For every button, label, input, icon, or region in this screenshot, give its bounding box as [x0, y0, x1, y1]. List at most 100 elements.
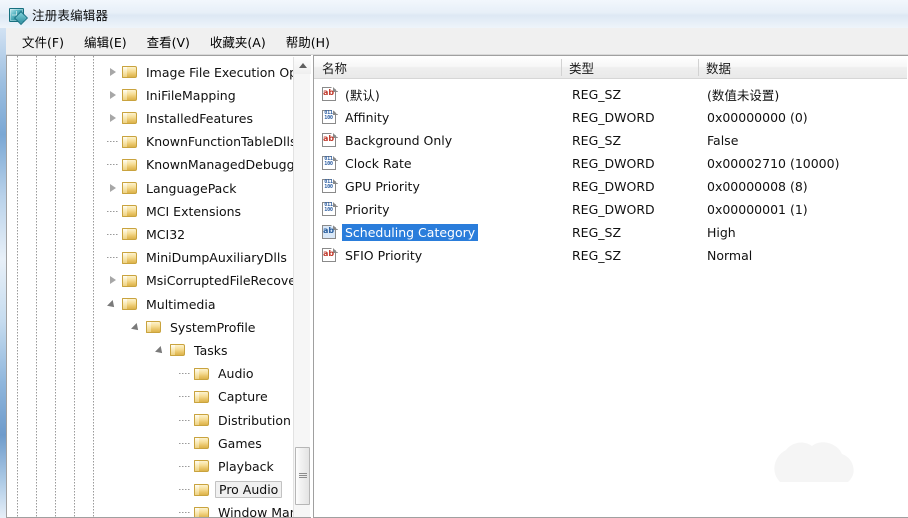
tree-scrollbar-thumb[interactable] [295, 447, 310, 505]
tree-line-stub [179, 483, 192, 496]
tree-indent-guide [55, 56, 56, 517]
tree-node-systemprofile[interactable]: SystemProfile [131, 315, 258, 339]
tree-node-mci-extensions[interactable]: MCI Extensions [107, 199, 244, 223]
collapse-arrow-icon[interactable] [107, 298, 120, 311]
value-type: REG_SZ [572, 248, 622, 263]
tree-node-knownmanageddebuggi[interactable]: KnownManagedDebuggi [107, 153, 293, 177]
value-row[interactable]: 011 100 Clock Rate REG_DWORD 0x00002710 (100… [314, 152, 907, 175]
scroll-up-arrow-icon[interactable] [294, 57, 311, 74]
collapse-arrow-icon[interactable] [155, 344, 168, 357]
value-name: Clock Rate [345, 156, 412, 171]
tree-node-label: Multimedia [146, 296, 216, 312]
value-name: (默认) [345, 88, 380, 103]
tree-node-mci32[interactable]: MCI32 [107, 222, 188, 246]
menu-item-favorites[interactable]: 收藏夹(A) [200, 29, 276, 54]
string-value-icon: ab [322, 133, 338, 148]
tree-node-msicorruptedfilerecover[interactable]: MsiCorruptedFileRecover [107, 269, 293, 293]
collapse-arrow-icon[interactable] [131, 321, 144, 334]
folder-icon [122, 204, 138, 218]
expand-arrow-icon[interactable] [107, 182, 120, 195]
folder-icon [194, 390, 210, 404]
value-row[interactable]: ab Background Only REG_SZ False [314, 129, 907, 152]
tree-node-label: Capture [218, 389, 268, 405]
value-type: REG_DWORD [572, 110, 655, 125]
string-value-icon: ab [322, 248, 338, 263]
tree-node-distribution[interactable]: Distribution [179, 408, 293, 432]
dword-value-icon: 011 100 [322, 110, 338, 125]
column-header-data[interactable]: 数据 [698, 56, 907, 78]
value-data: 0x00002710 (10000) [707, 156, 840, 171]
tree-line-stub [179, 390, 192, 403]
scrollbar-grip-icon [298, 473, 307, 479]
tree-node-label: Image File Execution Opt [146, 64, 293, 80]
folder-icon [194, 367, 210, 381]
registry-editor-icon [8, 6, 29, 25]
value-row[interactable]: 011 100 Priority REG_DWORD 0x00000001 (1) [314, 198, 907, 221]
expand-arrow-icon[interactable] [107, 112, 120, 125]
tree-line-stub [179, 367, 192, 380]
tree-node-tasks[interactable]: Tasks [155, 338, 231, 362]
tree-node-games[interactable]: Games [179, 431, 265, 455]
value-name: SFIO Priority [345, 248, 423, 263]
tree-line-stub [179, 506, 192, 517]
expand-arrow-icon[interactable] [107, 66, 120, 79]
tree-node-label: KnownFunctionTableDlls [146, 134, 293, 150]
tree-node-label: LanguagePack [146, 180, 237, 196]
value-row[interactable]: 011 100 Affinity REG_DWORD 0x00000000 (0) [314, 106, 907, 129]
tree-node-languagepack[interactable]: LanguagePack [107, 176, 239, 200]
tree-node-label: Pro Audio [215, 481, 283, 499]
tree-node-label: Distribution [218, 412, 291, 428]
title-bar: 注册表编辑器 [0, 0, 908, 28]
tree-line-stub [179, 437, 192, 450]
value-type: REG_SZ [572, 133, 622, 148]
value-type: REG_DWORD [572, 202, 655, 217]
registry-values-pane: 名称 类型 数据 ab (默认) REG_SZ (数值未设置) 011 100 Affini… [313, 55, 908, 518]
tree-node-label: InstalledFeatures [146, 110, 254, 126]
tree-node-label: MCI Extensions [146, 203, 242, 219]
menu-item-edit[interactable]: 编辑(E) [74, 29, 137, 54]
tree-node-installedfeatures[interactable]: InstalledFeatures [107, 106, 256, 130]
value-data: 0x00000000 (0) [707, 110, 808, 125]
tree-line-stub [107, 251, 120, 264]
value-row[interactable]: ab SFIO Priority REG_SZ Normal [314, 244, 907, 267]
value-row[interactable]: ab (默认) REG_SZ (数值未设置) [314, 83, 907, 106]
tree-node-audio[interactable]: Audio [179, 362, 257, 386]
value-name: Priority [345, 202, 390, 217]
tree-node-label: KnownManagedDebuggi [146, 157, 293, 173]
menu-item-help[interactable]: 帮助(H) [276, 29, 340, 54]
value-data: High [707, 225, 736, 240]
folder-icon [194, 506, 210, 517]
tree-node-window-manag[interactable]: Window Manag [179, 501, 293, 517]
window-title: 注册表编辑器 [32, 7, 109, 23]
value-name: GPU Priority [345, 179, 420, 194]
expand-arrow-icon[interactable] [107, 274, 120, 287]
expand-arrow-icon[interactable] [107, 89, 120, 102]
tree-node-image-file-execution-opt[interactable]: Image File Execution Opt [107, 60, 293, 84]
tree-node-minidumpauxiliarydlls[interactable]: MiniDumpAuxiliaryDlls [107, 246, 290, 270]
column-header-type[interactable]: 类型 [561, 56, 698, 78]
folder-icon [122, 135, 138, 149]
value-data: 0x00000008 (8) [707, 179, 808, 194]
tree-node-capture[interactable]: Capture [179, 385, 271, 409]
tree-line-stub [107, 158, 120, 171]
tree-node-label: IniFileMapping [146, 87, 236, 103]
tree-node-inifilemapping[interactable]: IniFileMapping [107, 83, 239, 107]
tree-node-label: MCI32 [146, 226, 186, 242]
tree-vertical-scrollbar[interactable] [293, 57, 311, 517]
tree-node-multimedia[interactable]: Multimedia [107, 292, 219, 316]
folder-icon [146, 320, 162, 334]
value-type: REG_DWORD [572, 179, 655, 194]
menu-item-file[interactable]: 文件(F) [12, 29, 74, 54]
tree-node-label: Audio [218, 366, 254, 382]
tree-node-knownfunctiontabledlls[interactable]: KnownFunctionTableDlls [107, 130, 293, 154]
string-value-icon: ab [322, 87, 338, 102]
tree-node-playback[interactable]: Playback [179, 454, 277, 478]
value-row[interactable]: ab Scheduling Category REG_SZ High [314, 221, 907, 244]
tree-node-pro-audio[interactable]: Pro Audio [179, 478, 283, 502]
column-header-name[interactable]: 名称 [314, 56, 561, 78]
value-name: Background Only [345, 133, 453, 148]
registry-editor-window: 注册表编辑器 文件(F) 编辑(E) 查看(V) 收藏夹(A) 帮助(H) Im… [0, 0, 908, 518]
value-row[interactable]: 011 100 GPU Priority REG_DWORD 0x00000008 (8… [314, 175, 907, 198]
folder-icon [122, 297, 138, 311]
menu-item-view[interactable]: 查看(V) [137, 29, 200, 54]
